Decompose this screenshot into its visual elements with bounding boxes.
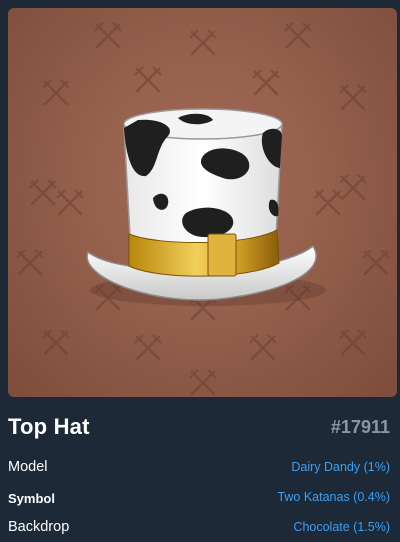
item-artwork[interactable] bbox=[8, 8, 397, 397]
attribute-row-backdrop: Backdrop Chocolate (1.5%) bbox=[8, 519, 392, 541]
attribute-label-model: Model bbox=[8, 459, 48, 475]
attribute-label-symbol: Symbol bbox=[8, 491, 55, 506]
cow-print-top-hat-icon bbox=[86, 108, 326, 306]
item-number: #17911 bbox=[330, 417, 390, 437]
item-title: Top Hat bbox=[8, 414, 90, 439]
attribute-value-symbol-link[interactable]: Two Katanas (0.4%) bbox=[277, 490, 390, 504]
gift-card: Top Hat #17911 Model Dairy Dandy (1%) Sy… bbox=[0, 0, 400, 542]
title-row: Top Hat #17911 bbox=[8, 414, 392, 446]
attribute-row-symbol: Symbol Two Katanas (0.4%) bbox=[8, 489, 392, 511]
attribute-label-backdrop: Backdrop bbox=[8, 519, 70, 535]
attribute-row-model: Model Dairy Dandy (1%) bbox=[8, 459, 392, 481]
attribute-value-backdrop-link[interactable]: Chocolate (1.5%) bbox=[293, 520, 390, 534]
attribute-value-model-link[interactable]: Dairy Dandy (1%) bbox=[291, 460, 390, 474]
